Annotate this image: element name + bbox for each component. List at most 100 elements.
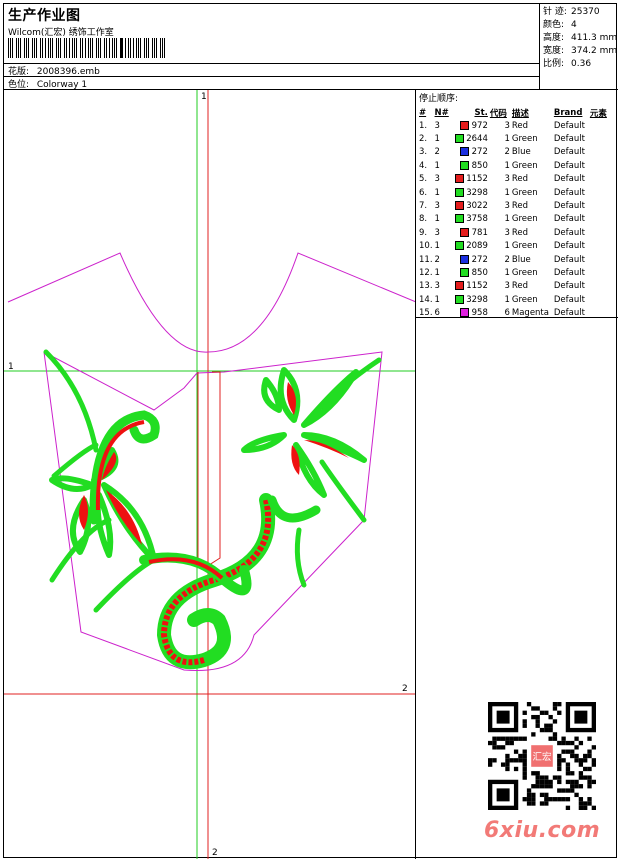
row-stitches-cell: 3298 <box>454 186 490 199</box>
header-left: 生产作业图 Wilcom(汇宏) 绣饰工作室 花版: 2008396.emb 色… <box>4 4 540 90</box>
row-stitches-cell: 272 <box>455 146 490 159</box>
color-swatch <box>459 254 469 264</box>
row-index: 11. <box>419 254 433 265</box>
row-description: Green <box>511 160 538 171</box>
row-brand: Default <box>553 134 585 145</box>
row-needle: 1 <box>434 187 440 198</box>
row-brand: Default <box>553 201 585 212</box>
row-description: Magenta <box>511 308 549 319</box>
embroidery-motif <box>43 349 382 670</box>
colorway-label: 色位: <box>8 80 30 90</box>
barcode <box>8 38 168 58</box>
color-swatch <box>454 174 464 184</box>
barcode-bar <box>79 38 82 58</box>
row-description: Green <box>511 267 538 278</box>
barcode-bar <box>163 38 165 58</box>
page-title: 生产作业图 <box>8 8 81 24</box>
row-code: 2 <box>504 254 510 265</box>
row-index: 15. <box>419 308 433 319</box>
barcode-bar <box>8 38 9 58</box>
row-element <box>590 226 609 239</box>
color-swatch <box>454 134 464 144</box>
row-brand: Default <box>553 120 585 131</box>
row-stitches-cell: 1152 <box>454 173 490 186</box>
row-stitches-cell: 3022 <box>454 199 490 212</box>
barcode-bar <box>20 38 22 58</box>
table-row: 4. 1 850 1 Green Default <box>419 159 609 172</box>
row-brand: Default <box>553 147 585 158</box>
colorway-value: Colorway 1 <box>36 80 88 90</box>
row-stitches-cell: 3298 <box>454 293 490 306</box>
row-element <box>590 253 609 266</box>
row-needle: 1 <box>434 241 440 252</box>
header-brand: Brand <box>553 107 583 118</box>
row-needle: 1 <box>434 160 440 171</box>
embroidery-canvas <box>4 90 415 859</box>
color-swatch <box>454 294 464 304</box>
table-row: 11. 2 272 2 Blue Default <box>419 253 609 266</box>
row-brand: Default <box>553 254 585 265</box>
row-element <box>590 186 609 199</box>
color-swatch <box>454 281 464 291</box>
row-needle: 1 <box>434 134 440 145</box>
row-needle: 2 <box>434 254 440 265</box>
qr-code: 汇宏 <box>488 702 596 810</box>
table-header-row: # N# St. 代码 描述 Brand 元素 <box>419 106 609 119</box>
row-element <box>590 306 609 319</box>
row-code: 1 <box>504 160 510 171</box>
row-brand: Default <box>553 281 585 292</box>
table-row: 15. 6 958 6 Magenta Default <box>419 306 609 319</box>
row-code: 1 <box>504 187 510 198</box>
header-element: 元素 <box>589 108 607 119</box>
table-row: 10. 1 2089 1 Green Default <box>419 240 609 253</box>
table-row: 1. 3 972 3 Red Default <box>419 119 609 132</box>
row-brand: Default <box>553 187 585 198</box>
table-row: 12. 1 850 1 Green Default <box>419 266 609 279</box>
barcode-bar <box>88 38 89 58</box>
row-code: 3 <box>504 201 510 212</box>
row-index: 1. <box>419 120 428 131</box>
colorway-row: 色位: Colorway 1 <box>8 77 87 90</box>
embroidery-preview: 1 1 2 2 <box>4 90 416 859</box>
barcode-bar <box>15 38 17 58</box>
header-index: # <box>419 107 427 118</box>
color-sequence-table: # N# St. 代码 描述 Brand 元素 1. 3 972 3 Red Defau… <box>419 106 609 320</box>
barcode-bar <box>76 38 77 58</box>
row-stitches-cell: 781 <box>455 226 490 239</box>
row-index: 13. <box>419 281 433 292</box>
row-element <box>590 266 609 279</box>
table-row: 13. 3 1152 3 Red Default <box>419 280 609 293</box>
row-element <box>590 119 609 132</box>
row-description: Red <box>511 201 529 212</box>
row-code: 1 <box>504 241 510 252</box>
color-swatch <box>459 308 469 318</box>
company-name: Wilcom(汇宏) 绣饰工作室 <box>8 28 114 38</box>
color-swatch <box>459 147 469 157</box>
barcode-bar <box>135 38 137 58</box>
row-needle: 1 <box>434 267 440 278</box>
row-stitches-cell: 3758 <box>454 213 490 226</box>
table-row: 9. 3 781 3 Red Default <box>419 226 609 239</box>
table-row: 3. 2 272 2 Blue Default <box>419 146 609 159</box>
row-description: Green <box>511 294 538 305</box>
barcode-bar <box>49 38 51 58</box>
row-element <box>590 213 609 226</box>
table-row: 8. 1 3758 1 Green Default <box>419 213 609 226</box>
row-description: Green <box>511 214 538 225</box>
table-row: 14. 1 3298 1 Green Default <box>419 293 609 306</box>
barcode-bar <box>28 38 30 58</box>
header-code: 代码 <box>489 108 507 119</box>
production-sheet: 生产作业图 Wilcom(汇宏) 绣饰工作室 花版: 2008396.emb 色… <box>3 3 618 859</box>
row-element <box>590 159 609 172</box>
barcode-bar <box>116 38 117 58</box>
barcode-bar <box>52 38 54 58</box>
row-code: 1 <box>504 267 510 278</box>
row-description: Green <box>511 187 538 198</box>
row-brand: Default <box>553 241 585 252</box>
row-index: 2. <box>419 134 428 145</box>
color-swatch <box>459 227 469 237</box>
barcode-bar <box>60 38 62 58</box>
row-code: 3 <box>504 120 510 131</box>
color-swatch <box>454 187 464 197</box>
barcode-bar <box>105 38 107 58</box>
